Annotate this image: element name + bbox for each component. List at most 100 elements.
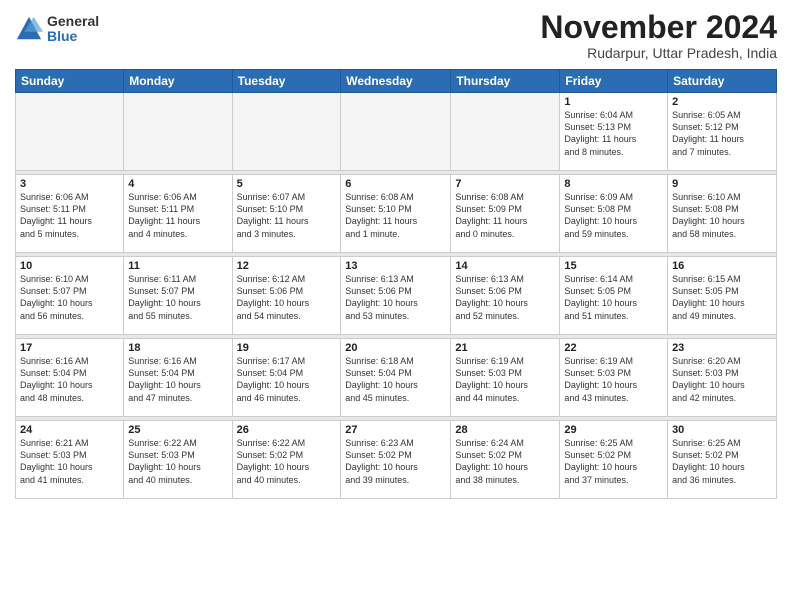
calendar-cell [124,93,232,171]
calendar-cell: 20Sunrise: 6:18 AM Sunset: 5:04 PM Dayli… [341,339,451,417]
day-info: Sunrise: 6:16 AM Sunset: 5:04 PM Dayligh… [128,355,227,404]
day-number: 6 [345,178,446,190]
calendar-cell [232,93,341,171]
calendar-cell: 2Sunrise: 6:05 AM Sunset: 5:12 PM Daylig… [668,93,777,171]
day-number: 22 [564,342,663,354]
day-info: Sunrise: 6:13 AM Sunset: 5:06 PM Dayligh… [455,273,555,322]
day-number: 25 [128,424,227,436]
day-info: Sunrise: 6:22 AM Sunset: 5:02 PM Dayligh… [237,437,337,486]
day-number: 5 [237,178,337,190]
column-header-monday: Monday [124,70,232,93]
page: General Blue November 2024 Rudarpur, Utt… [0,0,792,612]
day-info: Sunrise: 6:06 AM Sunset: 5:11 PM Dayligh… [20,191,119,240]
column-header-friday: Friday [560,70,668,93]
day-number: 24 [20,424,119,436]
logo-text: General Blue [47,14,99,45]
calendar-cell: 26Sunrise: 6:22 AM Sunset: 5:02 PM Dayli… [232,421,341,499]
calendar-cell: 28Sunrise: 6:24 AM Sunset: 5:02 PM Dayli… [451,421,560,499]
day-number: 26 [237,424,337,436]
calendar-cell: 17Sunrise: 6:16 AM Sunset: 5:04 PM Dayli… [16,339,124,417]
day-info: Sunrise: 6:19 AM Sunset: 5:03 PM Dayligh… [564,355,663,404]
column-header-saturday: Saturday [668,70,777,93]
calendar-week-4: 17Sunrise: 6:16 AM Sunset: 5:04 PM Dayli… [16,339,777,417]
header: General Blue November 2024 Rudarpur, Utt… [15,10,777,61]
day-info: Sunrise: 6:23 AM Sunset: 5:02 PM Dayligh… [345,437,446,486]
logo-icon [15,15,43,43]
calendar-cell: 6Sunrise: 6:08 AM Sunset: 5:10 PM Daylig… [341,175,451,253]
logo: General Blue [15,14,99,45]
calendar-cell: 30Sunrise: 6:25 AM Sunset: 5:02 PM Dayli… [668,421,777,499]
calendar-cell: 15Sunrise: 6:14 AM Sunset: 5:05 PM Dayli… [560,257,668,335]
day-info: Sunrise: 6:17 AM Sunset: 5:04 PM Dayligh… [237,355,337,404]
day-number: 17 [20,342,119,354]
day-info: Sunrise: 6:09 AM Sunset: 5:08 PM Dayligh… [564,191,663,240]
calendar-cell: 5Sunrise: 6:07 AM Sunset: 5:10 PM Daylig… [232,175,341,253]
title-section: November 2024 Rudarpur, Uttar Pradesh, I… [540,10,777,61]
column-header-tuesday: Tuesday [232,70,341,93]
day-number: 13 [345,260,446,272]
day-number: 7 [455,178,555,190]
calendar-cell: 11Sunrise: 6:11 AM Sunset: 5:07 PM Dayli… [124,257,232,335]
day-info: Sunrise: 6:10 AM Sunset: 5:08 PM Dayligh… [672,191,772,240]
day-info: Sunrise: 6:04 AM Sunset: 5:13 PM Dayligh… [564,109,663,158]
calendar-cell [451,93,560,171]
day-info: Sunrise: 6:07 AM Sunset: 5:10 PM Dayligh… [237,191,337,240]
calendar-cell: 9Sunrise: 6:10 AM Sunset: 5:08 PM Daylig… [668,175,777,253]
day-number: 30 [672,424,772,436]
calendar-week-1: 1Sunrise: 6:04 AM Sunset: 5:13 PM Daylig… [16,93,777,171]
day-info: Sunrise: 6:21 AM Sunset: 5:03 PM Dayligh… [20,437,119,486]
day-number: 29 [564,424,663,436]
day-number: 8 [564,178,663,190]
day-number: 14 [455,260,555,272]
day-info: Sunrise: 6:12 AM Sunset: 5:06 PM Dayligh… [237,273,337,322]
calendar-cell: 12Sunrise: 6:12 AM Sunset: 5:06 PM Dayli… [232,257,341,335]
day-number: 23 [672,342,772,354]
day-number: 12 [237,260,337,272]
calendar-cell: 23Sunrise: 6:20 AM Sunset: 5:03 PM Dayli… [668,339,777,417]
calendar-table: SundayMondayTuesdayWednesdayThursdayFrid… [15,69,777,499]
logo-blue: Blue [47,29,99,44]
calendar-cell [341,93,451,171]
calendar-week-5: 24Sunrise: 6:21 AM Sunset: 5:03 PM Dayli… [16,421,777,499]
day-number: 19 [237,342,337,354]
day-info: Sunrise: 6:05 AM Sunset: 5:12 PM Dayligh… [672,109,772,158]
day-info: Sunrise: 6:16 AM Sunset: 5:04 PM Dayligh… [20,355,119,404]
day-number: 18 [128,342,227,354]
day-number: 20 [345,342,446,354]
day-info: Sunrise: 6:19 AM Sunset: 5:03 PM Dayligh… [455,355,555,404]
location: Rudarpur, Uttar Pradesh, India [540,45,777,61]
calendar-cell: 19Sunrise: 6:17 AM Sunset: 5:04 PM Dayli… [232,339,341,417]
day-number: 15 [564,260,663,272]
day-number: 10 [20,260,119,272]
day-number: 28 [455,424,555,436]
calendar-cell: 24Sunrise: 6:21 AM Sunset: 5:03 PM Dayli… [16,421,124,499]
column-header-sunday: Sunday [16,70,124,93]
calendar-cell: 16Sunrise: 6:15 AM Sunset: 5:05 PM Dayli… [668,257,777,335]
calendar-cell: 25Sunrise: 6:22 AM Sunset: 5:03 PM Dayli… [124,421,232,499]
calendar-cell: 18Sunrise: 6:16 AM Sunset: 5:04 PM Dayli… [124,339,232,417]
day-number: 27 [345,424,446,436]
calendar-cell: 3Sunrise: 6:06 AM Sunset: 5:11 PM Daylig… [16,175,124,253]
logo-general: General [47,14,99,29]
day-number: 9 [672,178,772,190]
month-title: November 2024 [540,10,777,45]
calendar-cell: 13Sunrise: 6:13 AM Sunset: 5:06 PM Dayli… [341,257,451,335]
day-number: 16 [672,260,772,272]
day-info: Sunrise: 6:11 AM Sunset: 5:07 PM Dayligh… [128,273,227,322]
day-number: 2 [672,96,772,108]
day-info: Sunrise: 6:18 AM Sunset: 5:04 PM Dayligh… [345,355,446,404]
day-info: Sunrise: 6:14 AM Sunset: 5:05 PM Dayligh… [564,273,663,322]
day-info: Sunrise: 6:25 AM Sunset: 5:02 PM Dayligh… [672,437,772,486]
day-info: Sunrise: 6:13 AM Sunset: 5:06 PM Dayligh… [345,273,446,322]
day-info: Sunrise: 6:08 AM Sunset: 5:10 PM Dayligh… [345,191,446,240]
day-number: 21 [455,342,555,354]
calendar-cell: 27Sunrise: 6:23 AM Sunset: 5:02 PM Dayli… [341,421,451,499]
day-number: 11 [128,260,227,272]
day-info: Sunrise: 6:08 AM Sunset: 5:09 PM Dayligh… [455,191,555,240]
day-info: Sunrise: 6:25 AM Sunset: 5:02 PM Dayligh… [564,437,663,486]
column-header-wednesday: Wednesday [341,70,451,93]
calendar-cell: 14Sunrise: 6:13 AM Sunset: 5:06 PM Dayli… [451,257,560,335]
calendar-cell: 4Sunrise: 6:06 AM Sunset: 5:11 PM Daylig… [124,175,232,253]
day-info: Sunrise: 6:15 AM Sunset: 5:05 PM Dayligh… [672,273,772,322]
day-number: 1 [564,96,663,108]
